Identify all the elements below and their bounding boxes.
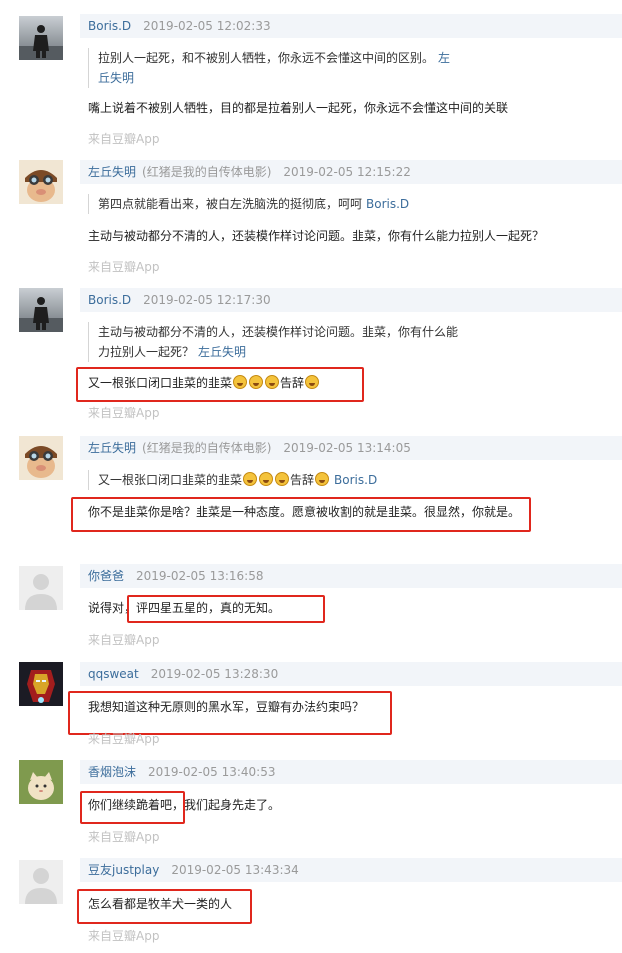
default-user-icon [19,566,63,610]
author-signature: (红猪是我的自传体电影) [142,165,272,179]
timestamp: 2019-02-05 13:28:30 [150,667,279,681]
highlight-box [68,691,392,735]
quoted-reply: 主动与被动都分不清的人，还装模作样讨论问题。韭菜，你有什么能 力拉别人一起死？左… [88,322,458,362]
source-label: 来自豆瓣App [88,732,160,746]
quote-text: 拉别人一起死，和不被别人牺牲，你永远不会懂这中间的区别。 [98,51,435,65]
avatar[interactable] [19,860,63,904]
avatar-man-silhouette-icon [19,288,63,332]
quote-text: 第四点就能看出来，被白左洗脑洗的挺彻底，呵呵 [98,197,363,211]
highlight-box [71,497,531,532]
quote-text-line: 力拉别人一起死？ [98,345,195,359]
highlight-box [80,791,185,824]
author-link[interactable]: 豆友justplay [88,863,159,877]
avatar[interactable] [19,288,63,332]
avatar[interactable] [19,662,63,706]
quoted-reply: 第四点就能看出来，被白左洗脑洗的挺彻底，呵呵 Boris.D [88,194,409,214]
author-link[interactable]: Boris.D [88,19,131,33]
author-link[interactable]: qqsweat [88,667,139,681]
avatar[interactable] [19,760,63,804]
timestamp: 2019-02-05 12:02:33 [143,19,271,33]
comment-body: 主动与被动都分不清的人，还装模作样讨论问题。韭菜，你有什么能力拉别人一起死？ [88,229,545,243]
grin-emoji-icon [259,472,274,486]
comment-meta: 豆友justplay 2019-02-05 13:43:34 [80,858,622,882]
timestamp: 2019-02-05 12:15:22 [283,165,411,179]
source-label: 来自豆瓣App [88,830,160,844]
author-link[interactable]: 你爸爸 [88,569,124,583]
avatar-man-silhouette-icon [19,16,63,60]
comment-meta: Boris.D 2019-02-05 12:02:33 [80,14,622,38]
comment-meta: 左丘失明 (红猪是我的自传体电影) 2019-02-05 12:15:22 [80,160,622,184]
comment-meta: 你爸爸 2019-02-05 13:16:58 [80,564,622,588]
author-signature: (红猪是我的自传体电影) [142,441,272,455]
timestamp: 2019-02-05 13:43:34 [171,863,299,877]
comment-meta: Boris.D 2019-02-05 12:17:30 [80,288,622,312]
comment-meta: qqsweat 2019-02-05 13:28:30 [80,662,622,686]
timestamp: 2019-02-05 12:17:30 [143,293,271,307]
quote-author-link[interactable]: 左丘失明 [198,345,246,359]
source-label: 来自豆瓣App [88,929,160,943]
comment-meta: 左丘失明 (红猪是我的自传体电影) 2019-02-05 13:14:05 [80,436,622,460]
quote-text: 又一根张口闭口韭菜的韭菜 [98,473,243,487]
author-link[interactable]: 左丘失明 [88,441,136,455]
timestamp: 2019-02-05 13:16:58 [136,569,264,583]
avatar[interactable] [19,436,63,480]
avatar[interactable] [19,16,63,60]
wink-emoji-icon [315,472,330,486]
source-label: 来自豆瓣App [88,260,160,274]
quote-author-link[interactable]: Boris.D [366,197,409,211]
highlight-box [127,595,325,623]
timestamp: 2019-02-05 13:40:53 [148,765,276,779]
author-link[interactable]: Boris.D [88,293,131,307]
avatar-pilot-pig-icon [19,160,63,204]
avatar[interactable] [19,566,63,610]
highlight-box [77,889,252,924]
avatar-ironman-icon [19,662,63,706]
source-label: 来自豆瓣App [88,132,160,146]
quoted-reply: 又一根张口闭口韭菜的韭菜 告辞 Boris.D [88,470,377,490]
avatar-cat-figurine-icon [19,760,63,804]
quote-tail: 告辞 [290,473,315,487]
grin-emoji-icon [243,472,258,486]
avatar[interactable] [19,160,63,204]
quoted-reply: 拉别人一起死，和不被别人牺牲，你永远不会懂这中间的区别。 左丘失明 [88,48,458,88]
grin-emoji-icon [275,472,290,486]
highlight-box [76,367,364,402]
source-label: 来自豆瓣App [88,633,160,647]
default-user-icon [19,860,63,904]
author-link[interactable]: 左丘失明 [88,165,136,179]
comment-meta: 香烟泡沫 2019-02-05 13:40:53 [80,760,622,784]
timestamp: 2019-02-05 13:14:05 [283,441,411,455]
quote-author-link[interactable]: Boris.D [334,473,377,487]
source-label: 来自豆瓣App [88,406,160,420]
comment-body: 嘴上说着不被别人牺牲，目的都是拉着别人一起死，你永远不会懂这中间的关联 [88,101,509,115]
avatar-pilot-pig-icon [19,436,63,480]
quote-text-line: 主动与被动都分不清的人，还装模作样讨论问题。韭菜，你有什么能 [98,325,459,339]
author-link[interactable]: 香烟泡沫 [88,765,136,779]
